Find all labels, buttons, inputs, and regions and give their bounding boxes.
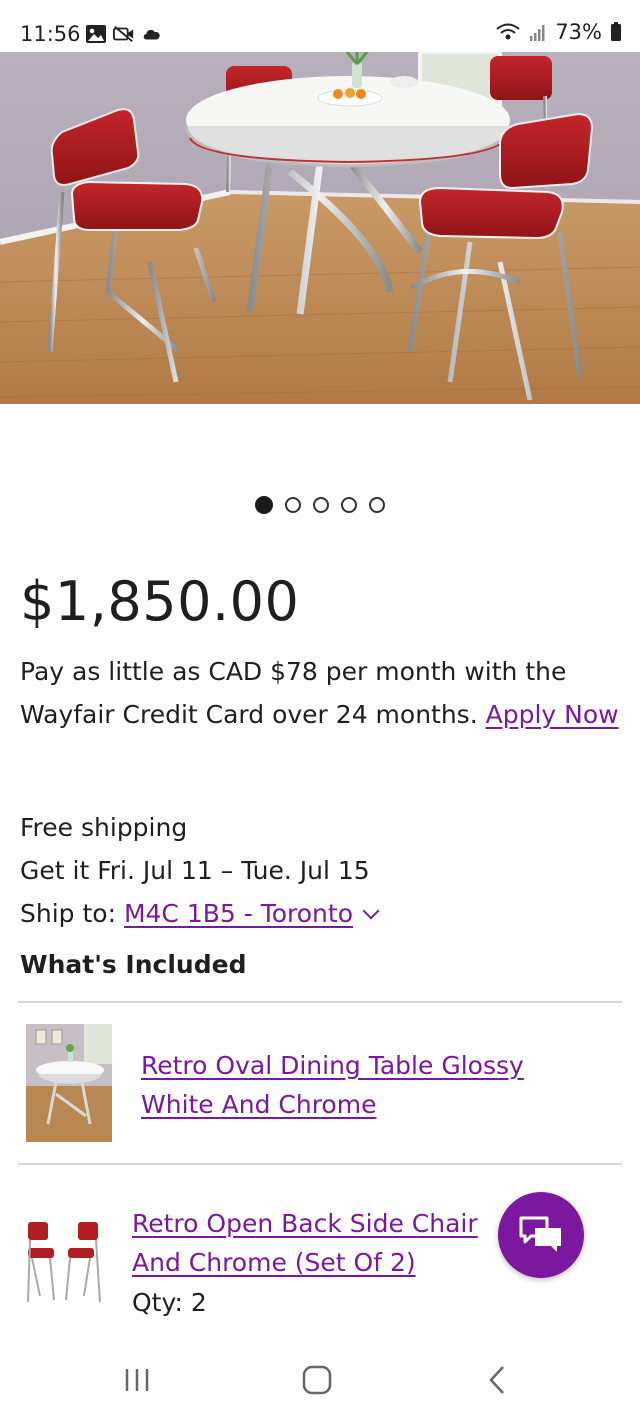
carousel-dot-5[interactable] [369,497,385,513]
status-icons-right: 73% [495,20,622,44]
battery-percent: 73% [555,20,602,44]
free-shipping-label: Free shipping [20,813,188,842]
chat-bubbles-icon [519,1216,561,1252]
carousel-dot-3[interactable] [313,497,329,513]
back-icon [489,1366,504,1394]
video-camera-off-icon [113,25,134,43]
dining-set-illustration [0,52,640,404]
carousel-dot-1[interactable] [255,496,273,514]
ship-to-location-link[interactable]: M4C 1B5 - Toronto [124,899,353,928]
recent-apps-button[interactable] [112,1360,162,1400]
table-thumbnail[interactable] [26,1024,112,1142]
divider [18,1001,622,1003]
chevron-down-icon[interactable] [362,902,380,920]
back-button[interactable] [472,1360,522,1400]
product-price: $1,850.00 [20,570,300,633]
battery-icon [611,22,621,41]
chairs-thumbnail[interactable] [24,1216,106,1304]
system-navigation-bar [0,1340,640,1422]
home-icon [302,1365,332,1395]
home-button[interactable] [292,1360,342,1400]
credit-offer-text: Pay as little as CAD $78 per month with … [20,657,567,729]
status-time: 11:56 [20,22,81,46]
product-image[interactable] [0,52,640,404]
signal-icon [530,25,545,41]
chat-button[interactable] [498,1192,584,1278]
status-bar: 11:56 73% [0,0,640,52]
cloud-icon [143,29,160,40]
delivery-estimate: Get it Fri. Jul 11 – Tue. Jul 15 [20,856,370,885]
ship-to-label: Ship to: [20,899,116,928]
shipping-info: Free shipping Get it Fri. Jul 11 – Tue. … [20,806,380,935]
apply-now-link[interactable]: Apply Now [486,700,619,729]
included-item-title-link[interactable]: Retro Oval Dining Table Glossy White And… [141,1046,581,1124]
item-quantity: Qty: 2 [132,1288,207,1317]
gallery-icon [86,25,106,43]
whats-included-heading: What's Included [20,950,247,979]
recent-apps-icon [125,1369,149,1391]
ship-to-row: Ship to: M4C 1B5 - Toronto [20,892,380,935]
status-icons-left [85,24,163,44]
carousel-dot-4[interactable] [341,497,357,513]
wifi-icon [496,23,520,40]
carousel-dot-2[interactable] [285,497,301,513]
divider [18,1163,622,1165]
included-item-title-link[interactable]: Retro Open Back Side Chair And Chrome (S… [132,1204,502,1282]
image-carousel-indicator [0,496,640,514]
credit-offer: Pay as little as CAD $78 per month with … [20,650,620,736]
included-item: Retro Oval Dining Table Glossy White And… [0,1024,640,1144]
